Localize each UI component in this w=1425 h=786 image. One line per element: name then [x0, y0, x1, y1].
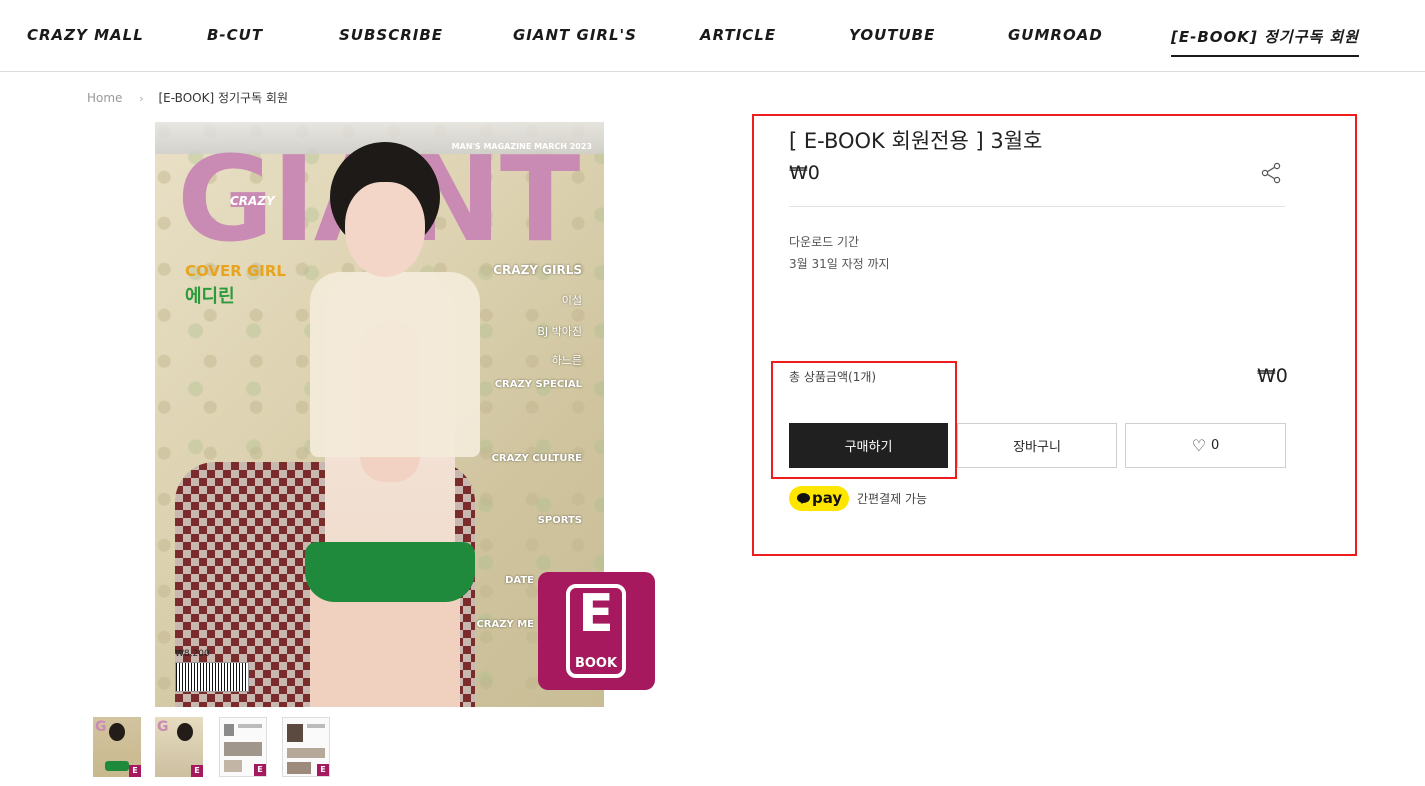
thumbnail-2[interactable]: G E [155, 717, 203, 777]
nav-b-cut[interactable]: B-CUT [207, 26, 263, 44]
thumbnail-1[interactable]: G E [93, 717, 141, 777]
cover-girl-label: COVER GIRL [185, 262, 286, 280]
thumbnail-block [287, 724, 303, 742]
highlight-box-buy-button [771, 361, 957, 479]
ebook-badge-text: BOOK [574, 656, 618, 671]
ebook-badge: E BOOK [538, 572, 655, 690]
add-to-cart-label: 장바구니 [1013, 440, 1061, 455]
nav-giant-girls[interactable]: GIANT GIRL'S [513, 26, 637, 44]
thumbnail-block [224, 724, 234, 736]
nav-crazy-mall[interactable]: CRAZY MALL [27, 26, 144, 44]
thumbnail-block [224, 760, 242, 772]
cover-section-line-2: BJ 박아진 [537, 325, 582, 338]
nav-youtube[interactable]: YOUTUBE [849, 26, 935, 44]
thumbnail-figure [109, 723, 125, 741]
product-main-image[interactable]: GIANT CRAZY MAN'S MAGAZINE MARCH 2023 CO… [155, 122, 604, 707]
kakao-pay-button[interactable]: pay [789, 486, 849, 511]
kakao-bubble-icon [797, 493, 810, 504]
thumbnail-4[interactable]: E [282, 717, 330, 777]
nav-gumroad[interactable]: GUMROAD [1008, 26, 1103, 44]
divider [789, 206, 1285, 207]
ebook-badge-letter: E [578, 584, 614, 644]
cover-magazine-line: MAN'S MAGAZINE MARCH 2023 [451, 142, 592, 151]
barcode-icon [175, 662, 249, 692]
thumbnail-block [307, 724, 325, 728]
nav-article[interactable]: ARTICLE [700, 26, 776, 44]
kakao-pay-label: pay [812, 489, 843, 507]
cover-crazy-tag: CRAZY [230, 194, 275, 208]
ebook-mini-icon: E [254, 764, 266, 776]
thumbnail-block [287, 762, 311, 774]
total-price-value: ₩0 [1257, 365, 1288, 387]
ebook-mini-icon: E [191, 765, 203, 777]
product-title: [ E-BOOK 회원전용 ] 3월호 [789, 129, 1043, 153]
kakao-pay-note: 간편결제 가능 [857, 492, 928, 506]
ebook-mini-icon: E [317, 764, 329, 776]
cover-model-shirt [310, 272, 480, 457]
breadcrumb: Home › [E-BOOK] 정기구독 회원 [87, 89, 288, 106]
heart-icon: ♡ [1191, 436, 1207, 455]
cover-model-shorts [305, 542, 475, 602]
top-navigation: CRAZY MALL B-CUT SUBSCRIBE GIANT GIRL'S … [0, 0, 1425, 72]
thumbnail-figure [105, 761, 129, 771]
cover-section-line-1: 이설 [561, 294, 582, 307]
download-period-label: 다운로드 기간 [789, 235, 860, 249]
breadcrumb-home[interactable]: Home [87, 91, 122, 105]
nav-ebook-subscription[interactable]: [E-BOOK] 정기구독 회원 [1171, 26, 1359, 57]
thumbnail-block [287, 748, 325, 758]
product-price: ₩0 [789, 162, 820, 184]
cover-section-crazy-culture: CRAZY CULTURE [491, 453, 582, 464]
thumbnail-3[interactable]: E [219, 717, 267, 777]
cover-section-date: DATE [505, 575, 534, 586]
thumbnail-block [224, 742, 262, 756]
cover-model-face [345, 182, 425, 277]
cover-section-line-3: 하느른 [551, 354, 582, 367]
chevron-right-icon: › [139, 92, 144, 105]
thumbnail-logo: G [157, 719, 169, 735]
cover-section-crazy-girls: CRAZY GIRLS [493, 263, 582, 277]
breadcrumb-current[interactable]: [E-BOOK] 정기구독 회원 [159, 91, 289, 105]
add-to-cart-button[interactable]: 장바구니 [957, 423, 1117, 468]
thumbnail-block [238, 724, 262, 728]
cover-section-sports: SPORTS [537, 515, 582, 526]
download-period-value: 3월 31일 자정 까지 [789, 257, 890, 271]
wishlist-count: 0 [1211, 438, 1220, 453]
ebook-mini-icon: E [129, 765, 141, 777]
cover-section-crazy-me: CRAZY ME [476, 619, 534, 630]
nav-subscribe[interactable]: SUBSCRIBE [339, 26, 443, 44]
thumbnail-logo: G [95, 719, 107, 735]
cover-price: ₩8,200 [175, 649, 210, 659]
cover-girl-name: 에디린 [185, 286, 235, 307]
wishlist-button[interactable]: ♡ 0 [1125, 423, 1286, 468]
share-icon[interactable] [1259, 161, 1283, 185]
cover-section-crazy-special: CRAZY SPECIAL [494, 379, 582, 390]
thumbnail-figure [177, 723, 193, 741]
